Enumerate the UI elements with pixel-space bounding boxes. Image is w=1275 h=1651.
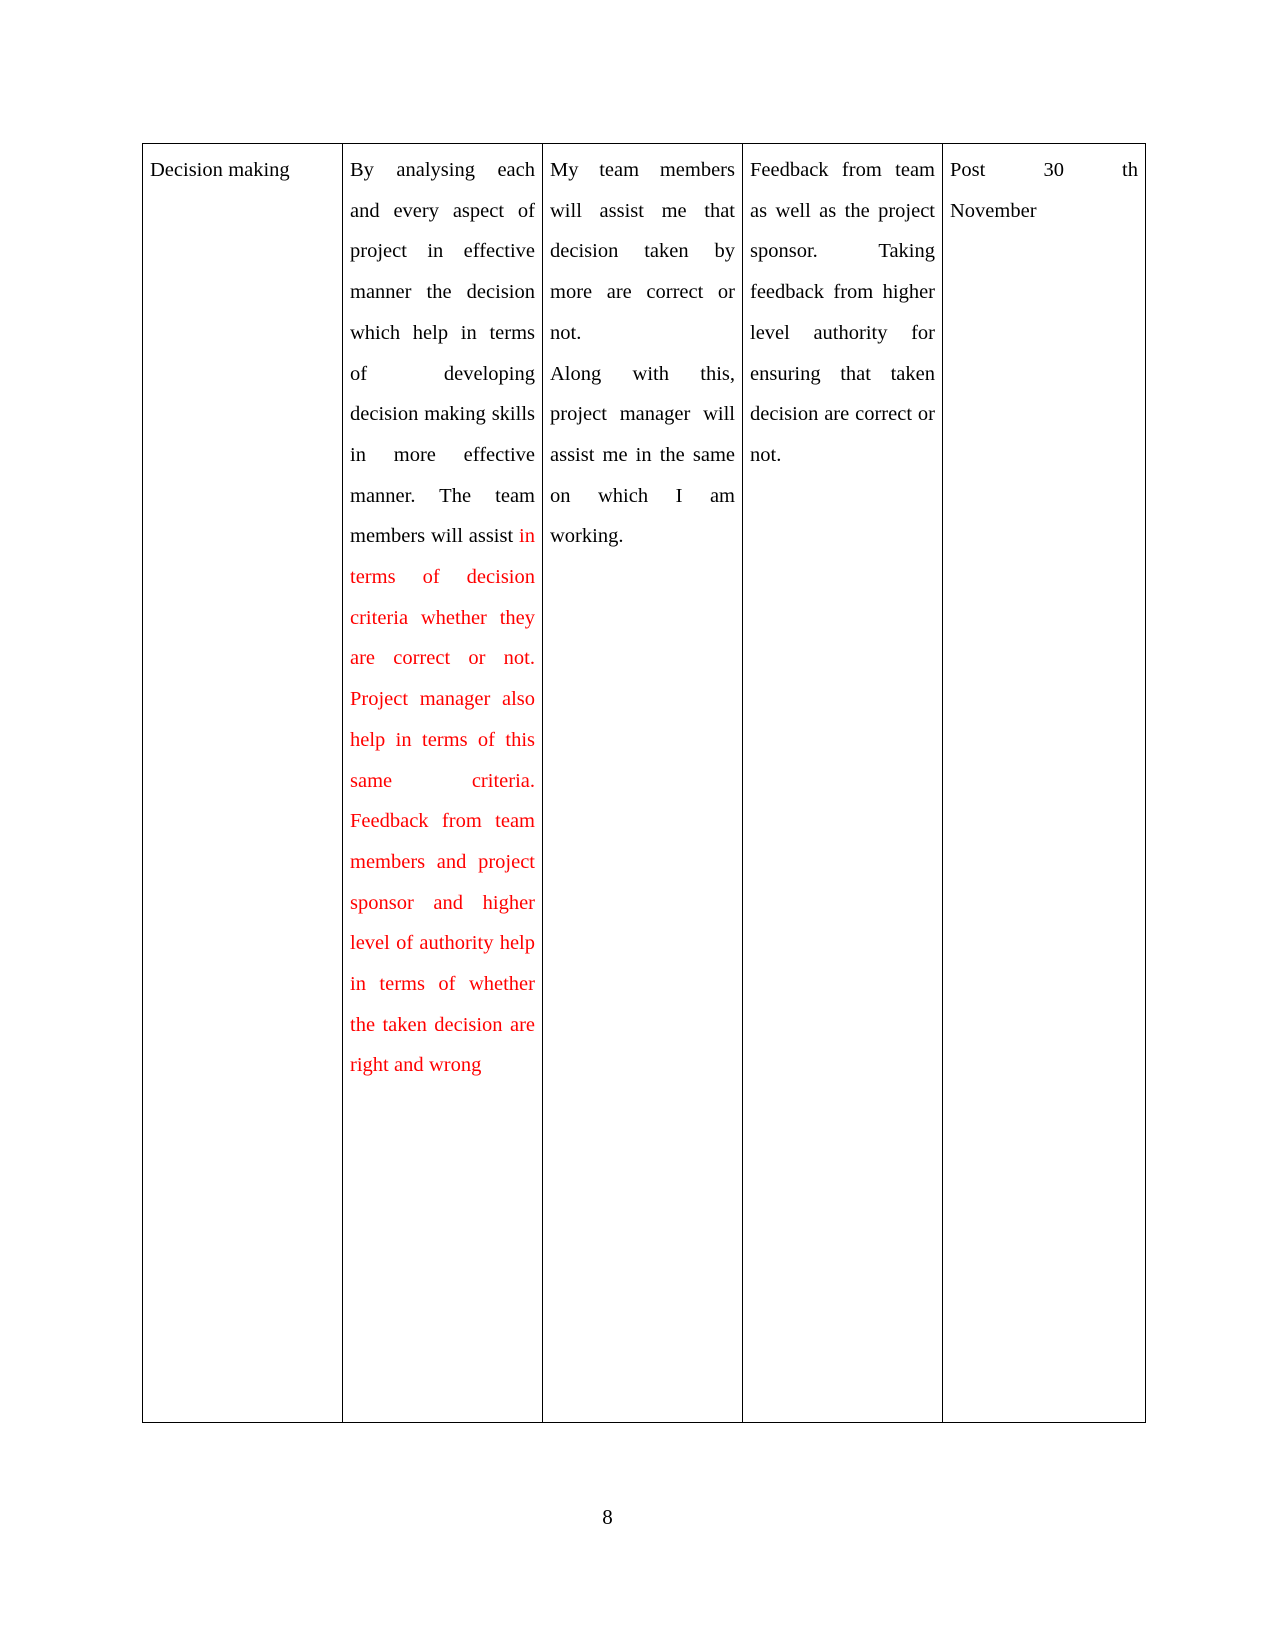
description-black-text: By analysing each and every aspect of pr… xyxy=(350,159,535,548)
cell-activity-name: Decision making xyxy=(142,143,343,1423)
development-plan-table: Decision making By analysing each and ev… xyxy=(142,143,1146,1423)
page-number: 8 xyxy=(602,1505,613,1529)
target-date-line-1: Post 30 th xyxy=(950,159,1138,181)
cell-support-required: My team members will assist me that deci… xyxy=(542,143,743,1423)
table-row: Decision making By analysing each and ev… xyxy=(142,143,1146,1423)
table-body: Decision making By analysing each and ev… xyxy=(142,143,1146,1423)
evidence-paragraph: Feedback from team as well as the projec… xyxy=(750,159,935,466)
description-paragraph: By analysing each and every aspect of pr… xyxy=(350,150,535,1086)
activity-name-text: Decision making xyxy=(150,159,290,181)
document-page: Decision making By analysing each and ev… xyxy=(0,0,1275,1651)
cell-evidence-measure: Feedback from team as well as the projec… xyxy=(742,143,943,1423)
target-date-paragraph: Post 30 th November xyxy=(950,150,1138,231)
description-red-text: in terms of decision criteria whether th… xyxy=(350,525,535,1077)
support-paragraph-2: Along with this, project manager will as… xyxy=(550,362,735,548)
target-date-line-2: November xyxy=(950,199,1037,222)
support-paragraph-1: My team members will assist me that deci… xyxy=(550,159,735,344)
cell-target-date: Post 30 th November xyxy=(942,143,1146,1423)
cell-description: By analysing each and every aspect of pr… xyxy=(342,143,543,1423)
